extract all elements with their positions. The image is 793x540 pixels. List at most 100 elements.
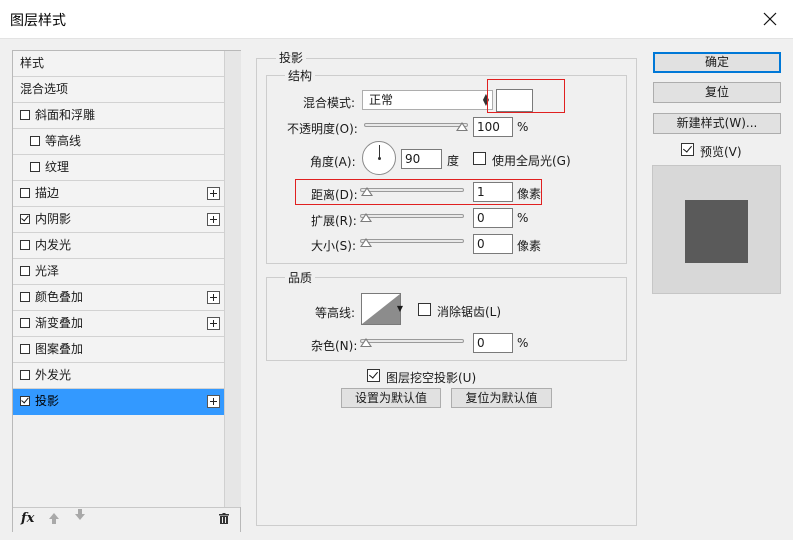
styles-panel: 样式混合选项斜面和浮雕等高线纹理描边内阴影内发光光泽颜色叠加渐变叠加图案叠加外发… — [12, 50, 241, 532]
spread-slider-thumb[interactable] — [360, 213, 372, 222]
move-up-icon[interactable] — [49, 513, 59, 524]
styles-footer: fx — [13, 507, 240, 532]
style-item[interactable]: 等高线 — [13, 129, 224, 155]
style-item-checkbox[interactable] — [20, 344, 30, 354]
move-down-icon[interactable] — [75, 509, 85, 520]
spread-slider-track — [360, 214, 464, 218]
style-item-label: 内阴影 — [35, 212, 72, 226]
preview-swatch — [685, 200, 748, 263]
preview-label: 预览(V) — [700, 145, 742, 159]
reset-button[interactable]: 复位 — [653, 82, 781, 103]
highlight-box-color — [487, 79, 565, 113]
style-item-label: 外发光 — [35, 368, 72, 382]
quality-title: 品质 — [285, 269, 316, 286]
contour-dropdown-icon[interactable]: ▼ — [396, 293, 404, 325]
linear-contour-icon — [362, 294, 400, 324]
add-effect-icon[interactable] — [207, 213, 220, 226]
anti-alias-checkbox[interactable] — [418, 303, 431, 316]
blend-mode-value: 正常 — [369, 93, 394, 107]
style-item-checkbox[interactable] — [30, 136, 40, 146]
spread-label: 扩展(R): — [311, 214, 357, 228]
drop-shadow-title: 投影 — [276, 49, 307, 66]
angle-input[interactable]: 90 — [401, 149, 442, 169]
style-item[interactable]: 颜色叠加 — [13, 285, 224, 311]
style-item[interactable]: 斜面和浮雕 — [13, 103, 224, 129]
size-input[interactable]: 0 — [473, 234, 513, 254]
style-item-label: 样式 — [20, 56, 45, 70]
noise-unit: % — [517, 336, 529, 350]
spread-input[interactable]: 0 — [473, 208, 513, 228]
style-item-checkbox[interactable] — [20, 292, 30, 302]
style-item-checkbox[interactable] — [20, 188, 30, 198]
size-unit: 像素 — [517, 239, 542, 253]
angle-dial[interactable] — [362, 141, 396, 175]
global-light-checkbox[interactable] — [473, 152, 486, 165]
size-label: 大小(S): — [311, 239, 357, 253]
close-button[interactable] — [747, 0, 793, 38]
noise-input[interactable]: 0 — [473, 333, 513, 353]
close-icon — [763, 12, 777, 26]
size-slider-thumb[interactable] — [360, 238, 372, 247]
style-item-label: 渐变叠加 — [35, 316, 84, 330]
style-item[interactable]: 外发光 — [13, 363, 224, 389]
anti-alias-label: 消除锯齿(L) — [437, 305, 502, 319]
add-effect-icon[interactable] — [207, 317, 220, 330]
style-item[interactable]: 样式 — [13, 51, 224, 77]
ok-button[interactable]: 确定 — [653, 52, 781, 73]
style-item[interactable]: 内发光 — [13, 233, 224, 259]
style-item-checkbox[interactable] — [30, 162, 40, 172]
noise-label: 杂色(N): — [311, 339, 358, 353]
layer-style-dialog: 图层样式 样式混合选项斜面和浮雕等高线纹理描边内阴影内发光光泽颜色叠加渐变叠加图… — [0, 0, 793, 540]
trash-icon[interactable] — [219, 513, 229, 524]
add-effect-icon[interactable] — [207, 187, 220, 200]
style-item-label: 斜面和浮雕 — [35, 108, 96, 122]
knockout-checkbox[interactable] — [367, 369, 380, 382]
add-effect-icon[interactable] — [207, 291, 220, 304]
style-item-label: 投影 — [35, 394, 60, 408]
size-slider-track — [360, 239, 464, 243]
opacity-slider-thumb[interactable] — [456, 122, 468, 131]
style-item-checkbox[interactable] — [20, 318, 30, 328]
style-item[interactable]: 光泽 — [13, 259, 224, 285]
style-item-checkbox[interactable] — [20, 396, 30, 406]
style-item[interactable]: 描边 — [13, 181, 224, 207]
style-item[interactable]: 渐变叠加 — [13, 311, 224, 337]
style-item-checkbox[interactable] — [20, 214, 30, 224]
opacity-slider[interactable] — [364, 120, 468, 132]
styles-scrollbar[interactable] — [224, 51, 241, 507]
noise-slider-thumb[interactable] — [360, 338, 372, 347]
style-item-checkbox[interactable] — [20, 110, 30, 120]
style-item-label: 纹理 — [45, 160, 70, 174]
contour-preview[interactable] — [361, 293, 401, 325]
fx-button[interactable]: fx — [21, 511, 34, 526]
style-item[interactable]: 混合选项 — [13, 77, 224, 103]
style-item[interactable]: 内阴影 — [13, 207, 224, 233]
style-item-label: 光泽 — [35, 264, 60, 278]
styles-list: 样式混合选项斜面和浮雕等高线纹理描边内阴影内发光光泽颜色叠加渐变叠加图案叠加外发… — [13, 51, 224, 415]
dialog-title: 图层样式 — [10, 13, 66, 29]
knockout-label: 图层挖空投影(U) — [386, 371, 477, 385]
style-item-checkbox[interactable] — [20, 240, 30, 250]
spread-slider[interactable] — [360, 211, 464, 223]
preview-checkbox[interactable] — [681, 143, 694, 156]
angle-dial-center — [378, 157, 381, 160]
size-slider[interactable] — [360, 236, 464, 248]
style-item-label: 内发光 — [35, 238, 72, 252]
style-item-label: 颜色叠加 — [35, 290, 84, 304]
style-item[interactable]: 图案叠加 — [13, 337, 224, 363]
style-item[interactable]: 纹理 — [13, 155, 224, 181]
style-item-checkbox[interactable] — [20, 370, 30, 380]
opacity-input[interactable]: 100 — [473, 117, 513, 137]
blend-mode-label: 混合模式: — [303, 96, 356, 110]
add-effect-icon[interactable] — [207, 395, 220, 408]
highlight-box-distance — [295, 179, 542, 205]
preview-area — [652, 165, 781, 294]
noise-slider[interactable] — [360, 336, 464, 348]
make-default-button[interactable]: 设置为默认值 — [341, 388, 441, 408]
blend-mode-select[interactable]: 正常 ▲ ▼ — [362, 90, 493, 110]
noise-slider-track — [360, 339, 464, 343]
reset-default-button[interactable]: 复位为默认值 — [451, 388, 552, 408]
style-item[interactable]: 投影 — [13, 389, 224, 415]
new-style-button[interactable]: 新建样式(W)... — [653, 113, 781, 134]
style-item-checkbox[interactable] — [20, 266, 30, 276]
